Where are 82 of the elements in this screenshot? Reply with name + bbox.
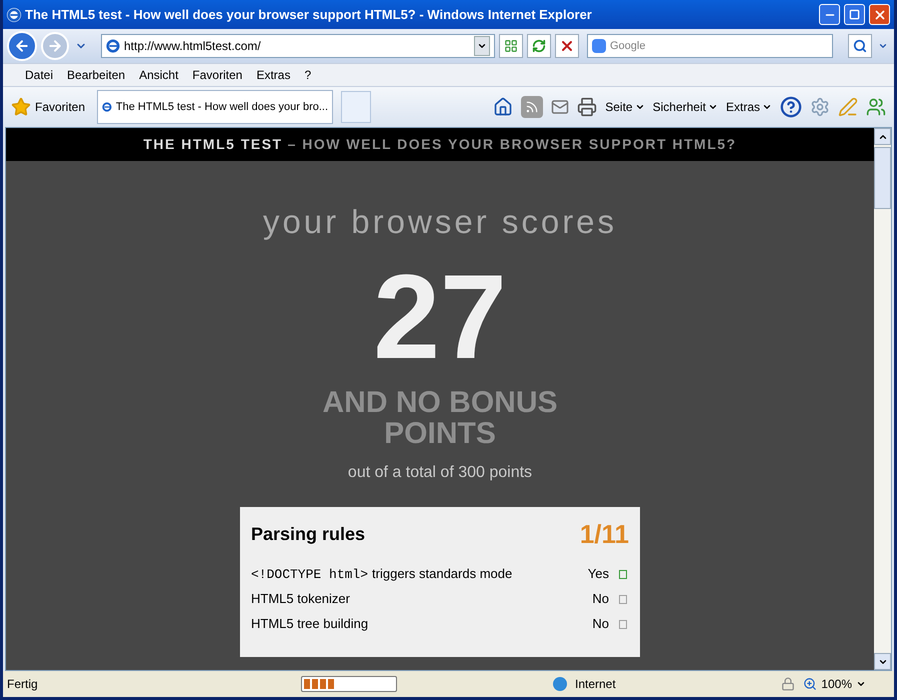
- arrow-right-icon: [47, 38, 63, 54]
- caret-icon: [878, 41, 888, 51]
- menu-item[interactable]: ?: [304, 66, 312, 84]
- address-dropdown-button[interactable]: [474, 36, 490, 56]
- status-text: Fertig: [7, 676, 39, 693]
- caret-icon: [634, 102, 645, 112]
- header-title: THE HTML5 TEST: [143, 135, 283, 154]
- score-number: 27: [373, 248, 507, 386]
- close-icon: [872, 8, 886, 22]
- stop-button[interactable]: [555, 34, 579, 58]
- search-icon: [853, 39, 867, 53]
- globe-icon: [553, 677, 567, 691]
- menu-item[interactable]: Bearbeiten: [67, 66, 126, 84]
- zoom-icon: [803, 677, 818, 691]
- test-name: HTML5 tokenizer: [251, 590, 351, 608]
- test-result: No: [592, 615, 609, 634]
- browser-logo-icon: [106, 39, 120, 53]
- people-icon: [866, 97, 886, 117]
- pen-icon: [838, 97, 858, 117]
- browser-logo-icon: [7, 8, 21, 22]
- bonus-text: AND NO BONUS POINTS: [321, 386, 558, 448]
- search-field[interactable]: Google: [587, 34, 833, 58]
- command-menu[interactable]: Sicherheit: [652, 98, 718, 116]
- stop-icon: [559, 38, 575, 54]
- address-field[interactable]: http://www.html5test.com/: [101, 34, 495, 58]
- home-icon: [493, 97, 514, 117]
- window-title: The HTML5 test - How well does your browser support HTML5? - Windows Internet Explorer: [25, 6, 593, 24]
- scrollbar-thumb[interactable]: [874, 147, 891, 209]
- lock-icon: [781, 677, 796, 691]
- command-menu[interactable]: Seite: [605, 98, 645, 116]
- home-button[interactable]: [493, 97, 514, 117]
- printer-icon: [577, 97, 598, 117]
- search-button[interactable]: [848, 34, 872, 58]
- settings-icon: [810, 97, 830, 117]
- help-icon: [780, 96, 802, 118]
- test-name: <!DOCTYPE html> triggers standards mode: [251, 564, 514, 584]
- caret-icon: [762, 102, 772, 112]
- search-input[interactable]: Google: [610, 38, 828, 54]
- test-result: No: [592, 590, 609, 608]
- feeds-button[interactable]: [521, 96, 544, 118]
- section-title: Parsing rules: [251, 522, 366, 546]
- messenger-button[interactable]: [866, 97, 886, 117]
- browser-logo-icon: [102, 100, 112, 114]
- command-menu[interactable]: Extras: [726, 98, 772, 116]
- minimize-button[interactable]: [819, 4, 840, 25]
- close-button[interactable]: [869, 4, 890, 25]
- total-text: out of a total of 300 points: [348, 462, 532, 482]
- caret-icon: [708, 102, 718, 112]
- search-provider-icon: [592, 39, 606, 53]
- test-name: HTML5 tree building: [251, 615, 370, 634]
- help-button[interactable]: [780, 96, 802, 118]
- header-subtitle: – HOW WELL DOES YOUR BROWSER SUPPORT HTML5?: [288, 135, 737, 154]
- caret-icon: [856, 679, 866, 689]
- url-text: http://www.html5test.com/: [124, 38, 262, 55]
- favorites-button[interactable]: Favoriten: [7, 92, 90, 122]
- zoom-button[interactable]: 100%: [803, 675, 866, 693]
- feed-icon: [525, 100, 540, 114]
- browser-tab[interactable]: The HTML5 test - How well does your bro...: [97, 90, 334, 124]
- section-score: 1/11: [580, 518, 629, 550]
- intro-text: your browser scores: [262, 202, 618, 242]
- mail-button[interactable]: [551, 98, 570, 116]
- back-button[interactable]: [7, 31, 37, 61]
- maximize-icon: [849, 9, 860, 20]
- menu-item[interactable]: Favoriten: [192, 66, 242, 84]
- test-result: Yes: [588, 565, 609, 584]
- caret-icon: [477, 41, 487, 51]
- scrollbar[interactable]: [874, 128, 891, 670]
- mail-icon: [551, 98, 570, 116]
- print-button[interactable]: [577, 97, 598, 117]
- refresh-button[interactable]: [527, 34, 551, 58]
- zone-text: Internet: [575, 676, 617, 693]
- compatibility-button[interactable]: [499, 34, 523, 58]
- protected-mode-button[interactable]: [781, 677, 796, 691]
- maximize-button[interactable]: [844, 4, 865, 25]
- menu-item[interactable]: Datei: [25, 66, 54, 84]
- settings-button[interactable]: [810, 97, 830, 117]
- menu-item[interactable]: Ansicht: [139, 66, 178, 84]
- star-icon: [11, 97, 31, 117]
- grid-icon: [504, 39, 518, 53]
- menu-item[interactable]: Extras: [256, 66, 290, 84]
- refresh-icon: [532, 39, 546, 53]
- pen-button[interactable]: [838, 97, 858, 117]
